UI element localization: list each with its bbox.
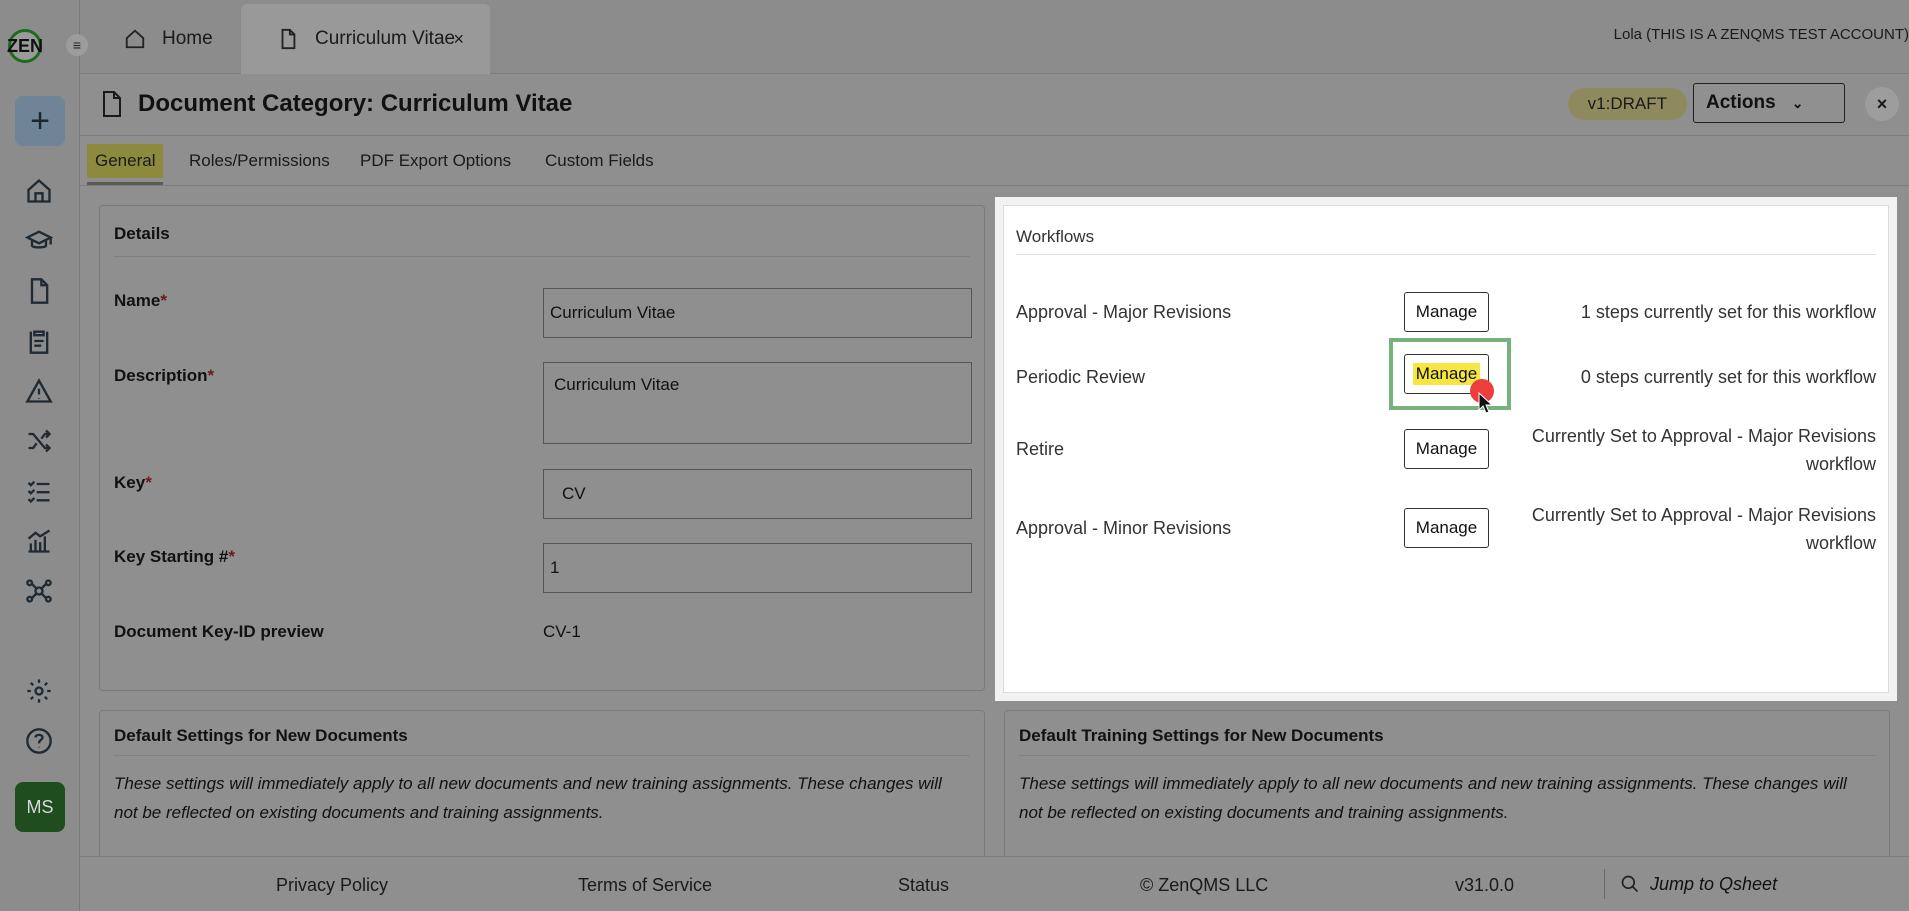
manage-retire-button[interactable]: Manage <box>1404 429 1489 469</box>
actions-label: Actions <box>1706 92 1776 113</box>
subtabs: General Roles/Permissions PDF Export Opt… <box>80 136 1909 186</box>
tab-bar: Home Curriculum Vitae × Lola (THIS IS A … <box>80 0 1909 74</box>
left-nav: ZEN + MS <box>0 0 80 911</box>
workflow-name-approval-major: Approval - Major Revisions <box>1016 302 1232 322</box>
default-settings-title: Default Settings for New Documents <box>114 726 408 745</box>
name-label: Name* <box>114 291 167 310</box>
warning-nav-icon[interactable] <box>22 374 56 408</box>
tab-home[interactable]: Home <box>124 4 213 74</box>
clipboard-nav-icon[interactable] <box>22 324 56 358</box>
details-title: Details <box>114 224 170 243</box>
documents-nav-icon[interactable] <box>22 274 56 308</box>
help-icon[interactable] <box>22 724 56 758</box>
tab-home-label: Home <box>162 28 213 49</box>
jump-to-qsheet <box>1620 865 1834 903</box>
divider <box>1016 254 1876 255</box>
default-settings-panel: Default Settings for New Documents These… <box>99 710 985 870</box>
divider <box>1019 755 1875 756</box>
shuffle-nav-icon[interactable] <box>22 424 56 458</box>
divider <box>114 256 970 257</box>
jump-to-qsheet-input[interactable] <box>1650 873 1820 895</box>
plus-icon: + <box>30 102 50 140</box>
home-nav-icon[interactable] <box>22 174 56 208</box>
status-badge: v1:DRAFT <box>1567 88 1687 120</box>
gear-icon[interactable] <box>22 674 56 708</box>
workflow-status-approval-minor: Currently Set to Approval - Major Revisi… <box>1531 505 1876 553</box>
privacy-policy-link[interactable]: Privacy Policy <box>276 875 388 896</box>
workflows-title: Workflows <box>1016 227 1095 246</box>
training-settings-note: These settings will immediately apply to… <box>1019 774 1847 822</box>
workflow-status-retire: Currently Set to Approval - Major Revisi… <box>1531 426 1876 474</box>
details-panel: Details Name* Curriculum Vitae Descripti… <box>99 205 985 691</box>
mouse-cursor-icon <box>1478 392 1494 414</box>
training-settings-panel: Default Training Settings for New Docume… <box>1004 710 1890 870</box>
workflow-status-approval-major: 1 steps currently set for this workflow <box>1580 302 1876 322</box>
tab-general[interactable]: General <box>87 144 164 185</box>
tab-pdf-export-options[interactable]: PDF Export Options <box>360 144 511 178</box>
document-icon <box>281 28 296 50</box>
training-nav-icon[interactable] <box>22 224 56 258</box>
close-tab-icon[interactable]: × <box>453 29 464 50</box>
actions-button[interactable]: Actions ⌄ <box>1693 83 1845 123</box>
document-icon <box>100 90 124 123</box>
menu-toggle-icon[interactable]: ≡ <box>66 34 88 56</box>
tab-roles-permissions[interactable]: Roles/Permissions <box>189 144 330 178</box>
page-header: Document Category: Curriculum Vitae v1:D… <box>80 74 1909 136</box>
zenqms-logo[interactable]: ZEN <box>7 28 54 64</box>
footer: Privacy Policy Terms of Service Status ©… <box>80 856 1909 911</box>
description-field[interactable]: Curriculum Vitae <box>543 362 972 444</box>
home-icon <box>125 29 145 49</box>
network-nav-icon[interactable] <box>22 574 56 608</box>
close-icon[interactable]: × <box>1865 87 1899 121</box>
version-text: v31.0.0 <box>1455 875 1515 895</box>
tab-custom-fields[interactable]: Custom Fields <box>545 144 654 178</box>
workflow-status-periodic-review: 0 steps currently set for this workflow <box>1580 367 1876 387</box>
page-title: Document Category: Curriculum Vitae <box>138 90 573 117</box>
checklist-nav-icon[interactable] <box>22 474 56 508</box>
training-settings-title: Default Training Settings for New Docume… <box>1019 726 1384 745</box>
description-label: Description* <box>114 366 215 385</box>
status-link[interactable]: Status <box>898 875 949 896</box>
workflows-panel: Workflows Approval - Major Revisions Man… <box>995 197 1897 701</box>
workflow-name-periodic-review: Periodic Review <box>1016 367 1146 387</box>
terms-of-service-link[interactable]: Terms of Service <box>578 875 712 896</box>
tab-curriculum-vitae-label: Curriculum Vitae <box>315 28 456 49</box>
key-starting-label: Key Starting #* <box>114 547 235 566</box>
tab-curriculum-vitae[interactable]: Curriculum Vitae × <box>241 4 490 74</box>
logo-text: ZEN <box>7 29 43 63</box>
name-field[interactable]: Curriculum Vitae <box>543 288 972 338</box>
key-preview-value: CV-1 <box>543 622 581 641</box>
workflow-name-retire: Retire <box>1016 439 1065 459</box>
key-starting-field[interactable]: 1 <box>543 543 972 593</box>
workflow-name-approval-minor: Approval - Minor Revisions <box>1016 518 1232 538</box>
manage-approval-major-button[interactable]: Manage <box>1404 292 1489 332</box>
avatar[interactable]: MS <box>15 782 65 832</box>
create-new-button[interactable]: + <box>15 96 65 146</box>
default-settings-note: These settings will immediately apply to… <box>114 774 942 822</box>
account-name[interactable]: Lola (THIS IS A ZENQMS TEST ACCOUNT) <box>1614 26 1909 43</box>
analytics-nav-icon[interactable] <box>22 524 56 558</box>
key-label: Key* <box>114 473 152 492</box>
chevron-down-icon: ⌄ <box>1791 94 1804 111</box>
manage-approval-minor-button[interactable]: Manage <box>1404 508 1489 548</box>
copyright-text: © ZenQMS LLC <box>1140 875 1269 895</box>
key-field[interactable]: CV <box>543 469 972 519</box>
search-icon <box>1621 875 1639 893</box>
divider <box>114 755 970 756</box>
divider <box>1604 869 1605 899</box>
key-preview-label: Document Key-ID preview <box>114 622 324 641</box>
